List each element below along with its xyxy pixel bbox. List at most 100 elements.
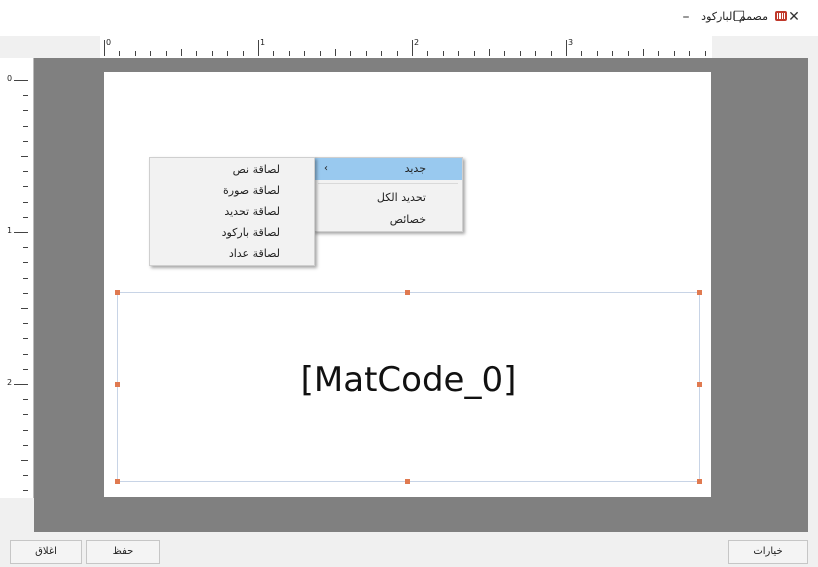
submenu-item-counter-label[interactable]: لصاقة عداد [150,243,314,264]
ruler-tick [23,201,28,203]
menu-item-label: جديد [404,162,426,175]
ruler-tick [23,292,28,294]
ruler-tick [23,171,28,173]
title-bar: مصمم الباركود – ☐ ✕ [0,0,818,36]
ruler-tick [489,49,490,56]
ruler-tick [21,460,28,461]
minimize-button[interactable]: – [674,6,698,28]
ruler-tick [23,338,28,340]
ruler-tick [612,51,614,56]
ruler-tick [550,51,552,56]
ruler-tick [14,384,28,385]
vertical-ruler: 0 1 2 [0,58,34,498]
menu-item-new[interactable]: جديد › [314,158,462,180]
ruler-label: 3 [568,38,574,47]
ruler-tick [196,51,198,56]
resize-handle-top[interactable] [405,290,410,295]
resize-handle-bottom-left[interactable] [115,479,120,484]
ruler-tick [23,444,28,446]
ruler-tick [23,490,28,492]
close-window-button[interactable]: ✕ [782,6,806,28]
ruler-tick [23,216,28,218]
ruler-label: 2 [414,38,420,47]
ruler-tick [350,51,352,56]
ruler-tick [596,51,598,56]
ruler-tick [23,323,28,325]
submenu-item-barcode-label[interactable]: لصاقة باركود [150,222,314,243]
ruler-tick [258,40,259,56]
ruler-tick [23,95,28,97]
maximize-button[interactable]: ☐ [727,6,751,28]
ruler-tick [365,51,367,56]
ruler-tick [23,186,28,188]
ruler-tick [23,368,28,370]
ruler-tick [673,51,675,56]
ruler-label: 1 [7,226,13,235]
resize-handle-top-left[interactable] [115,290,120,295]
menu-item-label: لصاقة نص [232,163,280,176]
submenu-arrow-icon: › [324,163,328,174]
resize-handle-top-right[interactable] [697,290,702,295]
ruler-tick [412,40,413,56]
ruler-tick [23,353,28,355]
menu-item-label: لصاقة عداد [228,247,280,260]
ruler-tick [427,51,429,56]
ruler-tick [23,429,28,431]
close-icon: ✕ [788,9,800,25]
ruler-tick [566,40,567,56]
ruler-tick [627,51,629,56]
ruler-tick [150,51,152,56]
ruler-tick [581,51,583,56]
ruler-tick [134,51,136,56]
ruler-tick [242,51,244,56]
menu-item-select-all[interactable]: تحديد الكل [314,187,462,209]
ruler-tick [181,49,182,56]
ruler-tick [288,51,290,56]
minimize-icon: – [682,9,690,25]
ruler-tick [165,51,167,56]
ruler-tick [335,49,336,56]
ruler-tick [14,80,28,81]
resize-handle-bottom-right[interactable] [697,479,702,484]
ruler-tick [23,399,28,401]
ruler-tick [658,51,660,56]
ruler-tick [23,475,28,477]
ruler-tick [473,51,475,56]
ruler-tick [21,156,28,157]
ruler-tick [23,125,28,127]
canvas-scroll-strip [808,36,818,532]
options-button[interactable]: خيارات [728,540,808,564]
ruler-tick [535,51,537,56]
ruler-tick [23,247,28,249]
ruler-tick [689,51,691,56]
ruler-tick [23,110,28,112]
label-text-matcode: [MatCode_0] [300,360,517,400]
ruler-tick [519,51,521,56]
ruler-tick [119,51,121,56]
maximize-icon: ☐ [732,9,746,25]
ruler-tick [14,232,28,233]
ruler-tick [23,277,28,279]
ruler-tick [227,51,229,56]
new-submenu: لصاقة نص لصاقة صورة لصاقة تحديد لصاقة با… [149,157,315,266]
ruler-tick [23,262,28,264]
ruler-tick [211,51,213,56]
resize-handle-bottom[interactable] [405,479,410,484]
save-button[interactable]: حفظ [86,540,160,564]
ruler-tick [304,51,306,56]
menu-separator [318,183,458,184]
menu-item-label: لصاقة صورة [223,184,280,197]
ruler-label: 0 [106,38,112,47]
submenu-item-image-label[interactable]: لصاقة صورة [150,180,314,201]
submenu-item-text-label[interactable]: لصاقة نص [150,159,314,180]
ruler-tick [104,40,105,56]
ruler-tick [319,51,321,56]
menu-item-properties[interactable]: خصائص [314,209,462,231]
ruler-tick [643,49,644,56]
submenu-item-shape-label[interactable]: لصاقة تحديد [150,201,314,222]
close-button[interactable]: اغلاق [10,540,82,564]
horizontal-ruler: 0 1 2 3 [100,36,712,59]
menu-item-label: لصاقة باركود [221,226,280,239]
menu-item-label: خصائص [389,213,426,226]
ruler-label: 0 [7,74,13,83]
